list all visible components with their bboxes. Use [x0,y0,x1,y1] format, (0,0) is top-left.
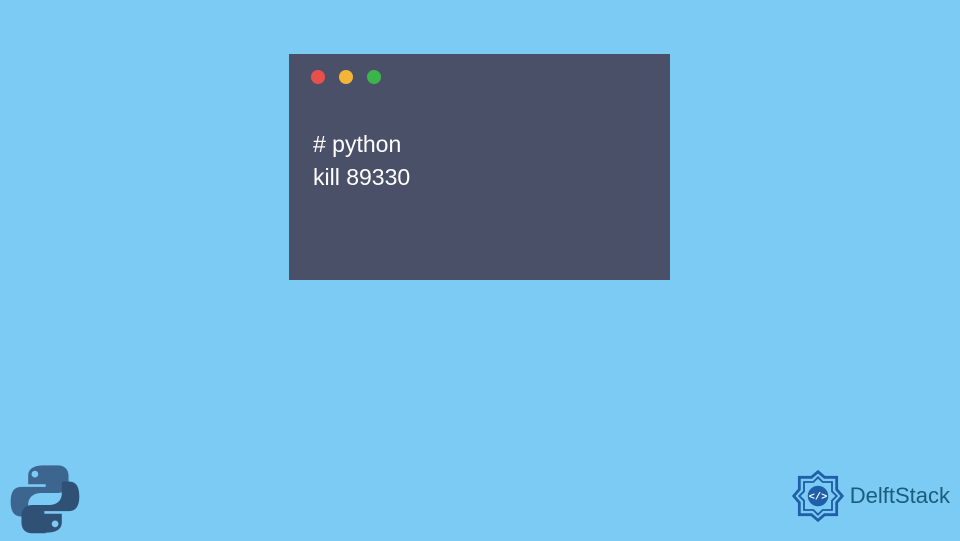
delftstack-badge-icon: </> [790,468,846,524]
delftstack-brand: </> DelftStack [790,468,950,524]
svg-text:</>: </> [809,492,827,504]
minimize-icon [339,70,353,84]
terminal-window: # python kill 89330 [289,54,670,280]
maximize-icon [367,70,381,84]
code-line-1: # python [313,128,646,161]
code-block: # python kill 89330 [289,100,670,195]
delftstack-label: DelftStack [850,483,950,509]
close-icon [311,70,325,84]
traffic-lights [289,54,670,100]
python-logo-icon [8,462,82,536]
code-line-2: kill 89330 [313,161,646,194]
